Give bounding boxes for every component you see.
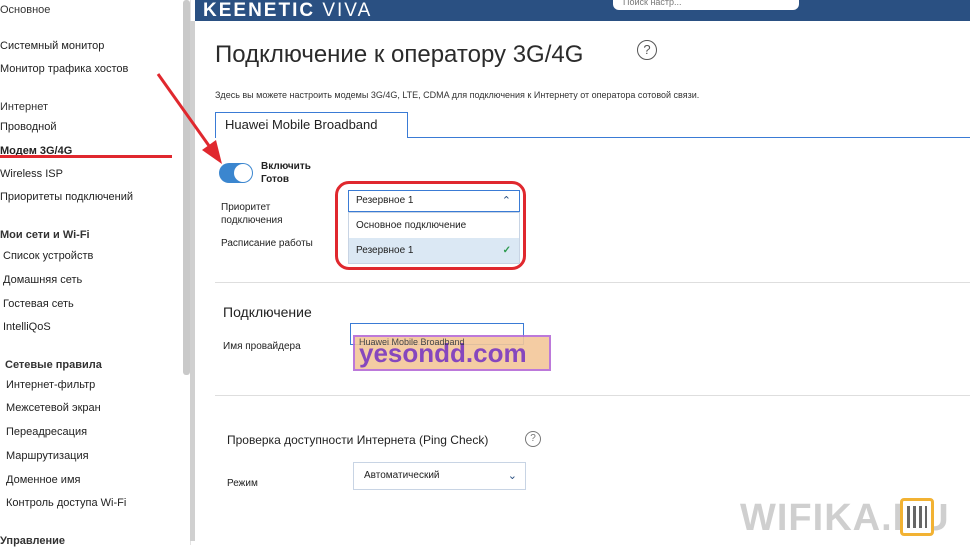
sidebar-item-wireless-isp[interactable]: Wireless ISP [0, 168, 63, 180]
sidebar-section-management: Управление [0, 535, 66, 547]
connection-section-title: Подключение [223, 304, 312, 320]
sidebar-item-system-monitor[interactable]: Системный монитор [0, 40, 104, 52]
sidebar-item-host-traffic[interactable]: Монитор трафика хостов [0, 63, 128, 75]
search-input[interactable]: Поиск настр... [613, 0, 799, 10]
sidebar-item-firewall[interactable]: Межсетевой экран [6, 402, 101, 414]
divider [215, 395, 970, 396]
sidebar-item-intelliqos[interactable]: IntelliQoS [3, 321, 51, 333]
sidebar-item-routing[interactable]: Маршрутизация [6, 450, 89, 462]
toggle-status: Готов [261, 174, 290, 185]
ping-help-icon[interactable]: ? [525, 431, 541, 447]
mode-selected-value: Автоматический [364, 470, 440, 481]
top-header: KEENETIC VIVA Поиск настр... [195, 0, 970, 21]
toggle-label: Включить [261, 161, 311, 172]
sidebar-item-wired[interactable]: Проводной [0, 121, 57, 133]
schedule-label: Расписание работы [221, 238, 313, 249]
priority-select[interactable]: Резервное 1 ⌃ [348, 190, 520, 212]
enable-toggle[interactable] [219, 163, 253, 183]
help-icon[interactable]: ? [637, 40, 657, 60]
priority-option-main[interactable]: Основное подключение [349, 213, 519, 238]
sidebar-item-device-list[interactable]: Список устройств [3, 250, 93, 262]
sidebar-section-networks: Мои сети и Wi-Fi [0, 229, 90, 241]
sidebar-item-connection-priorities[interactable]: Приоритеты подключений [0, 191, 133, 203]
page-title: Подключение к оператору 3G/4G [215, 41, 584, 68]
tab-huawei-mobile-broadband[interactable]: Huawei Mobile Broadband [215, 112, 408, 138]
priority-option-backup-label: Резервное 1 [356, 245, 414, 256]
sidebar-scrollbar[interactable] [183, 0, 190, 375]
check-icon: ✓ [502, 245, 511, 256]
main-content: Подключение к оператору 3G/4G ? Здесь вы… [195, 21, 970, 545]
priority-label: Приоритет подключения [221, 202, 283, 226]
sidebar-item-domain-name[interactable]: Доменное имя [6, 474, 80, 486]
page-description: Здесь вы можете настроить модемы 3G/4G, … [215, 90, 700, 100]
sidebar-item-home-network[interactable]: Домашняя сеть [3, 274, 82, 286]
ping-check-title: Проверка доступности Интернета (Ping Che… [227, 433, 489, 447]
toggle-knob [234, 164, 252, 182]
mode-label: Режим [227, 478, 258, 489]
active-item-underline [0, 155, 172, 158]
provider-name-value: Huawei Mobile Broadband [359, 337, 465, 347]
chevron-up-icon: ⌃ [501, 195, 511, 207]
keenetic-logo: KEENETIC VIVA [203, 0, 373, 21]
sidebar-section-main: Основное [0, 4, 51, 16]
provider-name-label: Имя провайдера [223, 341, 301, 352]
qr-code-icon [900, 498, 934, 536]
sidebar-item-port-forwarding[interactable]: Переадресация [6, 426, 87, 438]
watermark-overlay: Huawei Mobile Broadband yesondd.com [353, 335, 551, 371]
sidebar-item-internet-filter[interactable]: Интернет-фильтр [6, 379, 95, 391]
sidebar-item-wifi-access-control[interactable]: Контроль доступа Wi-Fi [6, 497, 126, 509]
mode-select[interactable]: Автоматический ⌄ [353, 462, 526, 490]
priority-option-backup[interactable]: Резервное 1 ✓ [349, 238, 519, 263]
priority-selected-value: Резервное 1 [356, 195, 414, 206]
tab-divider [408, 137, 970, 138]
sidebar-item-guest-network[interactable]: Гостевая сеть [3, 298, 74, 310]
chevron-down-icon: ⌄ [507, 470, 517, 482]
divider [215, 282, 970, 283]
sidebar-section-network-rules: Сетевые правила [5, 359, 102, 371]
sidebar-section-internet: Интернет [0, 101, 48, 113]
priority-dropdown-menu: Основное подключение Резервное 1 ✓ [348, 212, 520, 264]
site-logo: WIFIKA.RU [740, 494, 970, 542]
